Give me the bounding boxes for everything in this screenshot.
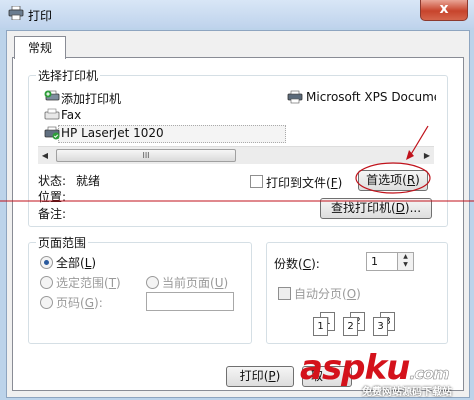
tab-general[interactable]: 常规 <box>14 36 66 59</box>
watermark-logo: aspku.com <box>300 348 450 388</box>
annotation-overlay <box>0 125 474 202</box>
watermark-subtitle: 免费网站源码下载站 <box>362 387 452 398</box>
